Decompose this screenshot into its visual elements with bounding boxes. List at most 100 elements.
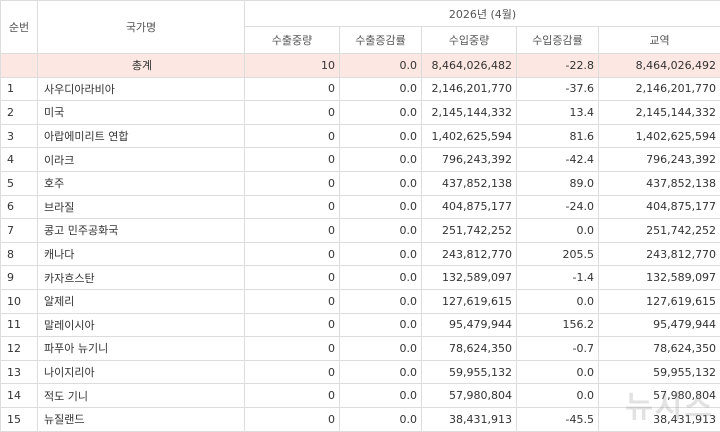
export-weight-cell: 0 xyxy=(245,171,340,195)
trade-cell: 132,589,097 xyxy=(599,266,720,290)
table-row[interactable]: 12파푸아 뉴기니00.078,624,350-0.778,624,350 xyxy=(1,337,720,361)
trade-cell: 243,812,770 xyxy=(599,242,720,266)
header-period: 2026년 (4월) xyxy=(245,1,720,27)
header-export-weight[interactable]: 수출중량 xyxy=(245,27,340,54)
country-cell: 콩고 민주공화국 xyxy=(38,219,245,243)
header-import-weight[interactable]: 수입중량 xyxy=(422,27,517,54)
import-weight-cell: 2,145,144,332 xyxy=(422,101,517,125)
import-weight-cell: 127,619,615 xyxy=(422,289,517,313)
table-row[interactable]: 14적도 기니00.057,980,8040.057,980,804 xyxy=(1,384,720,408)
rank-cell: 12 xyxy=(1,337,38,361)
country-cell: 브라질 xyxy=(38,195,245,219)
country-cell: 적도 기니 xyxy=(38,384,245,408)
import-weight-cell: 57,980,804 xyxy=(422,384,517,408)
trade-cell: 1,402,625,594 xyxy=(599,124,720,148)
import-weight-cell: 78,624,350 xyxy=(422,337,517,361)
country-cell: 알제리 xyxy=(38,289,245,313)
trade-cell: 57,980,804 xyxy=(599,384,720,408)
import-weight-cell: 1,402,625,594 xyxy=(422,124,517,148)
country-cell: 캐나다 xyxy=(38,242,245,266)
export-weight-cell: 0 xyxy=(245,124,340,148)
export-change-cell: 0.0 xyxy=(340,242,422,266)
import-change-cell: 81.6 xyxy=(517,124,599,148)
import-change-cell: 89.0 xyxy=(517,171,599,195)
table-row[interactable]: 7콩고 민주공화국00.0251,742,2520.0251,742,252 xyxy=(1,219,720,243)
country-cell: 아랍에미리트 연합 xyxy=(38,124,245,148)
import-weight-cell: 95,479,944 xyxy=(422,313,517,337)
country-cell: 나이지리아 xyxy=(38,360,245,384)
table-row[interactable]: 4이라크00.0796,243,392-42.4796,243,392 xyxy=(1,148,720,172)
header-export-change[interactable]: 수출증감률 xyxy=(340,27,422,54)
import-weight-cell: 251,742,252 xyxy=(422,219,517,243)
import-change-cell: -37.6 xyxy=(517,77,599,101)
import-weight-cell: 437,852,138 xyxy=(422,171,517,195)
header-rank[interactable]: 순번 xyxy=(1,1,38,54)
trade-cell: 127,619,615 xyxy=(599,289,720,313)
export-weight-cell: 0 xyxy=(245,242,340,266)
export-change-cell: 0.0 xyxy=(340,171,422,195)
trade-cell: 2,145,144,332 xyxy=(599,101,720,125)
import-change-cell: 205.5 xyxy=(517,242,599,266)
total-trade: 8,464,026,492 xyxy=(599,54,720,78)
rank-cell: 14 xyxy=(1,384,38,408)
table-row[interactable]: 9카자흐스탄00.0132,589,097-1.4132,589,097 xyxy=(1,266,720,290)
rank-cell: 1 xyxy=(1,77,38,101)
header-country[interactable]: 국가명 xyxy=(38,1,245,54)
trade-cell: 78,624,350 xyxy=(599,337,720,361)
import-change-cell: -42.4 xyxy=(517,148,599,172)
import-change-cell: 0.0 xyxy=(517,384,599,408)
table-row[interactable]: 5호주00.0437,852,13889.0437,852,138 xyxy=(1,171,720,195)
export-change-cell: 0.0 xyxy=(340,360,422,384)
country-cell: 사우디아라비아 xyxy=(38,77,245,101)
trade-cell: 95,479,944 xyxy=(599,313,720,337)
export-change-cell: 0.0 xyxy=(340,289,422,313)
trade-cell: 2,146,201,770 xyxy=(599,77,720,101)
country-cell: 뉴질랜드 xyxy=(38,407,245,431)
export-weight-cell: 0 xyxy=(245,337,340,361)
export-weight-cell: 0 xyxy=(245,360,340,384)
import-change-cell: -24.0 xyxy=(517,195,599,219)
table-row[interactable]: 8캐나다00.0243,812,770205.5243,812,770 xyxy=(1,242,720,266)
rank-cell: 11 xyxy=(1,313,38,337)
table-row[interactable]: 1사우디아라비아00.02,146,201,770-37.62,146,201,… xyxy=(1,77,720,101)
trade-cell: 38,431,913 xyxy=(599,407,720,431)
table-row[interactable]: 11말레이시아00.095,479,944156.295,479,944 xyxy=(1,313,720,337)
rank-cell: 6 xyxy=(1,195,38,219)
total-row: 총계 10 0.0 8,464,026,482 -22.8 8,464,026,… xyxy=(1,54,720,78)
table-row[interactable]: 15뉴질랜드00.038,431,913-45.538,431,913 xyxy=(1,407,720,431)
export-weight-cell: 0 xyxy=(245,148,340,172)
table-row[interactable]: 13나이지리아00.059,955,1320.059,955,132 xyxy=(1,360,720,384)
table-row[interactable]: 2미국00.02,145,144,33213.42,145,144,332 xyxy=(1,101,720,125)
header-import-change[interactable]: 수입증감률 xyxy=(517,27,599,54)
import-change-cell: -0.7 xyxy=(517,337,599,361)
total-import-change: -22.8 xyxy=(517,54,599,78)
trade-cell: 251,742,252 xyxy=(599,219,720,243)
total-rank-cell xyxy=(1,54,38,78)
trade-cell: 404,875,177 xyxy=(599,195,720,219)
table-row[interactable]: 3아랍에미리트 연합00.01,402,625,59481.61,402,625… xyxy=(1,124,720,148)
country-cell: 카자흐스탄 xyxy=(38,266,245,290)
header-trade[interactable]: 교역 xyxy=(599,27,720,54)
import-weight-cell: 243,812,770 xyxy=(422,242,517,266)
export-change-cell: 0.0 xyxy=(340,124,422,148)
rank-cell: 3 xyxy=(1,124,38,148)
export-weight-cell: 0 xyxy=(245,384,340,408)
import-weight-cell: 38,431,913 xyxy=(422,407,517,431)
country-cell: 말레이시아 xyxy=(38,313,245,337)
table-row[interactable]: 10알제리00.0127,619,6150.0127,619,615 xyxy=(1,289,720,313)
table-row[interactable]: 6브라질00.0404,875,177-24.0404,875,177 xyxy=(1,195,720,219)
import-weight-cell: 2,146,201,770 xyxy=(422,77,517,101)
export-weight-cell: 0 xyxy=(245,101,340,125)
trade-cell: 59,955,132 xyxy=(599,360,720,384)
import-change-cell: -45.5 xyxy=(517,407,599,431)
export-change-cell: 0.0 xyxy=(340,313,422,337)
country-cell: 호주 xyxy=(38,171,245,195)
import-change-cell: -1.4 xyxy=(517,266,599,290)
import-weight-cell: 59,955,132 xyxy=(422,360,517,384)
total-import-weight: 8,464,026,482 xyxy=(422,54,517,78)
export-weight-cell: 0 xyxy=(245,289,340,313)
rank-cell: 9 xyxy=(1,266,38,290)
import-change-cell: 0.0 xyxy=(517,219,599,243)
import-change-cell: 156.2 xyxy=(517,313,599,337)
total-export-weight: 10 xyxy=(245,54,340,78)
